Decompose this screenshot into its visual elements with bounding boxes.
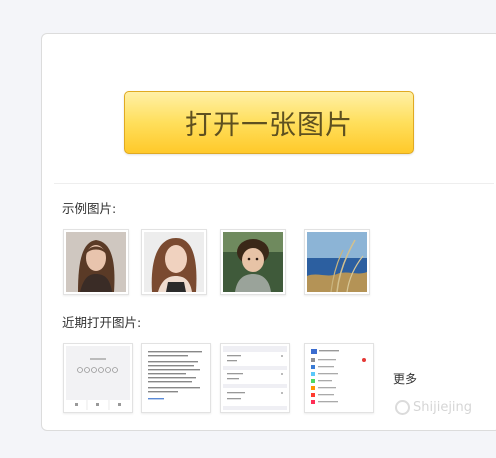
watermark-icon xyxy=(395,400,410,415)
watermark: Shijiejing xyxy=(395,400,472,415)
sample-thumb-2[interactable] xyxy=(141,229,207,295)
sample-thumb-4[interactable] xyxy=(304,229,370,295)
passcode-screenshot-icon xyxy=(66,346,130,410)
portrait-woman-photo-icon xyxy=(66,232,126,292)
sample-thumb-3[interactable] xyxy=(220,229,286,295)
watermark-text: Shijiejing xyxy=(413,400,473,415)
open-image-panel: 打开一张图片 示例图片: 近期打开图片: 更多 xyxy=(41,33,496,431)
recent-thumb-1[interactable] xyxy=(63,343,133,413)
grass-sea-photo-icon xyxy=(307,232,367,292)
divider xyxy=(54,183,494,184)
sample-thumb-1[interactable] xyxy=(63,229,129,295)
recent-images-label: 近期打开图片: xyxy=(62,315,142,330)
recent-thumb-3[interactable] xyxy=(220,343,290,413)
sample-images-label: 示例图片: xyxy=(62,201,117,216)
more-link[interactable]: 更多 xyxy=(393,370,417,387)
settings-screenshot-icon xyxy=(223,346,287,410)
child-photo-icon xyxy=(223,232,283,292)
app-list-screenshot-icon xyxy=(307,346,371,410)
recent-thumb-2[interactable] xyxy=(141,343,211,413)
article-screenshot-icon xyxy=(144,346,208,410)
recent-thumb-4[interactable] xyxy=(304,343,374,413)
open-image-button[interactable]: 打开一张图片 xyxy=(124,91,414,154)
portrait-girl-photo-icon xyxy=(144,232,204,292)
open-image-button-label: 打开一张图片 xyxy=(185,110,353,141)
